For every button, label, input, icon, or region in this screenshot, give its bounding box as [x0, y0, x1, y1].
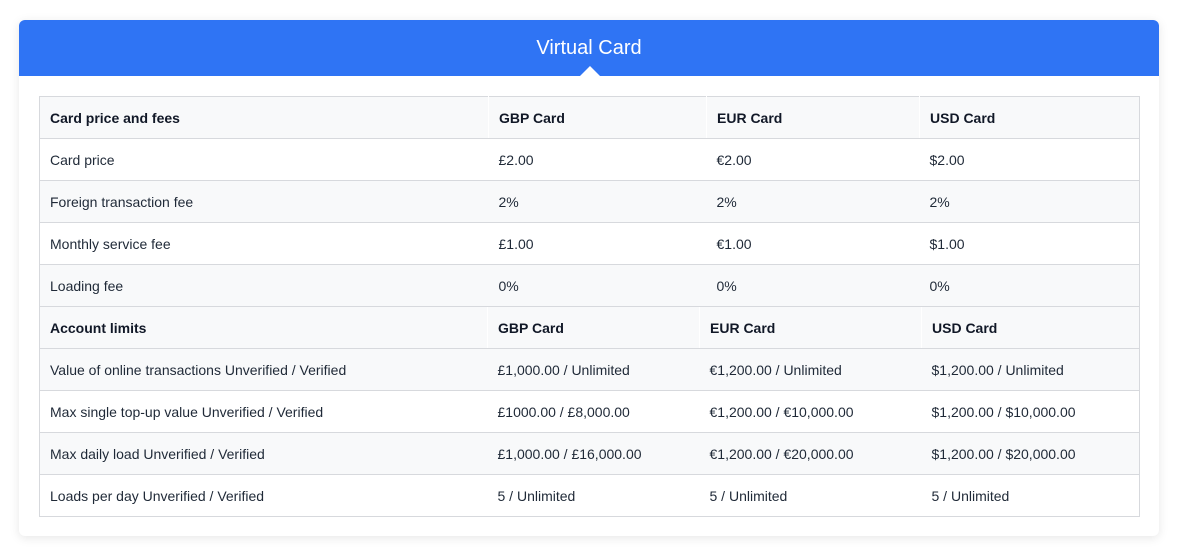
table-cell: €1.00 — [706, 222, 920, 265]
column-header: GBP Card — [487, 307, 700, 349]
row-label: Value of online transactions Unverified … — [39, 348, 488, 391]
table-cell: $1,200.00 / $20,000.00 — [921, 432, 1140, 475]
table-cell: $1.00 — [919, 222, 1140, 265]
row-label: Foreign transaction fee — [39, 180, 489, 223]
limits-header-row: Account limits GBP Card EUR Card USD Car… — [39, 307, 1140, 349]
pricing-tables: Card price and fees GBP Card EUR Card US… — [39, 96, 1140, 517]
table-row: Value of online transactions Unverified … — [39, 348, 1140, 391]
row-label: Loads per day Unverified / Verified — [39, 474, 488, 517]
row-label: Card price — [39, 138, 489, 181]
fees-table: Card price and fees GBP Card EUR Card US… — [39, 96, 1140, 307]
panel-header: Virtual Card — [19, 20, 1159, 76]
table-cell: 0% — [706, 264, 920, 307]
table-cell: 2% — [488, 180, 707, 223]
fees-header-row: Card price and fees GBP Card EUR Card US… — [39, 96, 1140, 139]
table-cell: 0% — [488, 264, 707, 307]
column-header: Card price and fees — [39, 96, 489, 139]
table-cell: $1,200.00 / Unlimited — [921, 348, 1140, 391]
table-row: Max single top-up value Unverified / Ver… — [39, 390, 1140, 433]
table-cell: 2% — [919, 180, 1140, 223]
header-pointer-icon — [580, 66, 600, 76]
table-row: Foreign transaction fee 2% 2% 2% — [39, 180, 1140, 223]
row-label: Monthly service fee — [39, 222, 489, 265]
column-header: EUR Card — [699, 307, 922, 349]
column-header: GBP Card — [488, 96, 707, 139]
table-cell: €1,200.00 / €20,000.00 — [699, 432, 922, 475]
table-row: Card price £2.00 €2.00 $2.00 — [39, 138, 1140, 181]
table-cell: £1,000.00 / £16,000.00 — [487, 432, 700, 475]
table-cell: €1,200.00 / Unlimited — [699, 348, 922, 391]
column-header: USD Card — [921, 307, 1140, 349]
table-cell: £1000.00 / £8,000.00 — [487, 390, 700, 433]
table-cell: €2.00 — [706, 138, 920, 181]
table-cell: £2.00 — [488, 138, 707, 181]
row-label: Max single top-up value Unverified / Ver… — [39, 390, 488, 433]
table-cell: $2.00 — [919, 138, 1140, 181]
table-row: Loads per day Unverified / Verified 5 / … — [39, 474, 1140, 517]
table-row: Loading fee 0% 0% 0% — [39, 264, 1140, 307]
table-cell: 0% — [919, 264, 1140, 307]
table-row: Max daily load Unverified / Verified £1,… — [39, 432, 1140, 475]
table-row: Monthly service fee £1.00 €1.00 $1.00 — [39, 222, 1140, 265]
table-cell: €1,200.00 / €10,000.00 — [699, 390, 922, 433]
table-cell: 5 / Unlimited — [699, 474, 922, 517]
table-cell: 5 / Unlimited — [921, 474, 1140, 517]
table-cell: 5 / Unlimited — [487, 474, 700, 517]
table-cell: £1.00 — [488, 222, 707, 265]
table-cell: 2% — [706, 180, 920, 223]
table-cell: £1,000.00 / Unlimited — [487, 348, 700, 391]
limits-table: Account limits GBP Card EUR Card USD Car… — [39, 307, 1140, 517]
column-header: USD Card — [919, 96, 1140, 139]
row-label: Loading fee — [39, 264, 489, 307]
column-header: EUR Card — [706, 96, 920, 139]
column-header: Account limits — [39, 307, 488, 349]
table-cell: $1,200.00 / $10,000.00 — [921, 390, 1140, 433]
virtual-card-panel: Virtual Card Card price and fees GBP Car… — [19, 20, 1159, 536]
row-label: Max daily load Unverified / Verified — [39, 432, 488, 475]
